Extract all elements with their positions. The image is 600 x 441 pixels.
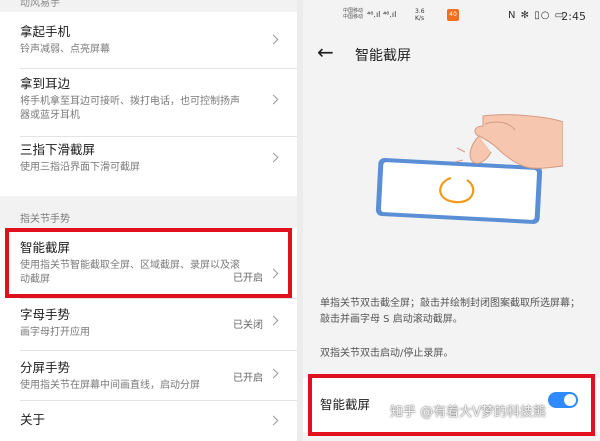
divider — [20, 350, 297, 351]
divider — [20, 400, 297, 401]
row-desc: 铃声减弱、点亮屏幕 — [20, 44, 110, 55]
divider — [20, 136, 297, 137]
phone-screen — [380, 162, 538, 220]
highlight-box — [5, 228, 292, 298]
motion-settings-card: 拿起手机 铃声减弱、点亮屏幕 拿到耳边 将手机拿至耳边可接听、拨打电话，也可控制… — [0, 12, 297, 196]
signal-icon: ⁴⁶.ıl ⁴⁶.ıl — [367, 10, 397, 19]
carrier-2: 中国移动 — [343, 14, 364, 20]
notification-badge: 40 — [447, 9, 459, 21]
row-title: 三指下滑截屏 — [20, 142, 96, 157]
watermark: 知乎 @有着大V梦的科技熊 — [390, 405, 547, 420]
row-desc: 使用三指沿界面下滑可截屏 — [20, 162, 140, 173]
system-icons: N ✻ ▯○ ▭ — [508, 10, 566, 21]
divider — [20, 298, 297, 299]
row-about[interactable]: 关于 — [0, 412, 297, 436]
row-desc: 画字母打开应用 — [20, 327, 90, 338]
divider — [20, 68, 297, 69]
status-text: 已关闭 — [233, 320, 263, 331]
carrier-label: 中国移动 中国移动 — [343, 8, 363, 20]
status-text: 已开启 — [233, 373, 263, 384]
description-text-2: 双指关节双击启动/停止录屏。 — [320, 348, 454, 359]
page-title: 智能截屏 — [355, 48, 411, 64]
row-three-finger-screenshot[interactable]: 三指下滑截屏 使用三指沿界面下滑可截屏 — [0, 142, 297, 182]
row-split-screen-gesture[interactable]: 分屏手势 使用指关节在屏幕中间画直线，启动分屏 已开启 — [0, 360, 297, 394]
row-raise-to-ear[interactable]: 拿到耳边 将手机拿至耳边可接听、拨打电话，也可控制扬声器或蓝牙耳机 — [0, 76, 297, 132]
settings-list-panel: 动风易手 拿起手机 铃声减弱、点亮屏幕 拿到耳边 将手机拿至耳边可接听、拨打电话… — [0, 0, 297, 441]
cut-off-section-label: 动风易手 — [20, 0, 60, 9]
row-title: 拿起手机 — [20, 24, 71, 39]
row-desc: 将手机拿至耳边可接听、拨打电话，也可控制扬声器或蓝牙耳机 — [20, 96, 240, 121]
motion-lines — [454, 147, 466, 163]
row-title: 拿到耳边 — [20, 76, 71, 91]
back-arrow-icon[interactable]: ← — [317, 42, 334, 62]
network-speed: 3.6 K/s — [415, 8, 425, 22]
clock: 2:45 — [561, 10, 586, 23]
page-header: ← 智能截屏 — [303, 32, 600, 76]
row-title: 关于 — [20, 412, 46, 427]
section-label-knuckle: 指关节手势 — [20, 214, 70, 225]
knuckle-gesture-illustration — [375, 114, 563, 224]
chevron-right-icon — [268, 94, 279, 105]
row-pick-up[interactable]: 拿起手机 铃声减弱、点亮屏幕 — [0, 24, 297, 64]
row-letter-gesture[interactable]: 字母手势 画字母打开应用 已关闭 — [0, 307, 297, 341]
status-bar: 中国移动 中国移动 ⁴⁶.ıl ⁴⁶.ıl 3.6 K/s 40 N ✻ ▯○ … — [303, 0, 600, 32]
smart-screenshot-detail-panel: 中国移动 中国移动 ⁴⁶.ıl ⁴⁶.ıl 3.6 K/s 40 N ✻ ▯○ … — [303, 0, 600, 441]
description-text: 单指关节双击截全屏；敲击并绘制封闭图案截取所选屏幕；敲击并画字母 S 启动滚动截… — [320, 298, 580, 325]
row-desc: 使用指关节在屏幕中间画直线，启动分屏 — [20, 380, 200, 391]
